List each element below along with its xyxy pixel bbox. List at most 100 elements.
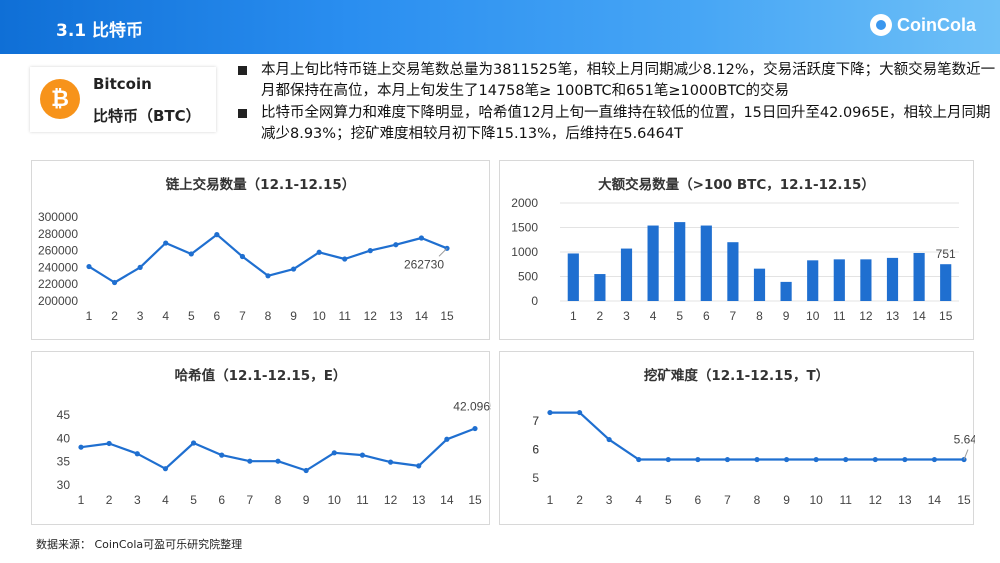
y-tick-label: 1000 [511, 245, 538, 259]
data-label-leader [438, 247, 448, 257]
data-point [576, 409, 583, 416]
bullet-text: 本月上旬比特币链上交易笔数总量为3811525笔，相较上月同期减少8.12%，交… [261, 62, 996, 99]
x-tick-label: 4 [635, 493, 642, 507]
data-point [190, 440, 197, 446]
bar [567, 253, 579, 301]
x-tick-label: 7 [247, 493, 254, 507]
data-point [606, 436, 612, 443]
data-label: 5.6464 [954, 433, 975, 447]
y-tick-label: 260000 [38, 244, 78, 258]
x-tick-label: 15 [957, 493, 971, 507]
x-tick-label: 5 [188, 309, 195, 323]
square-bullet-icon [238, 109, 247, 118]
data-point [219, 452, 225, 458]
x-tick-label: 2 [597, 309, 604, 323]
x-tick-label: 14 [440, 493, 454, 507]
data-point [418, 235, 425, 241]
header-banner: 3.1 比特币 CoinCola [0, 0, 1000, 54]
data-point [359, 452, 366, 458]
x-tick-label: 11 [356, 493, 369, 507]
x-tick-label: 13 [898, 493, 912, 507]
bullet-item: 比特币全网算力和难度下降明显，哈希值12月上旬一直维持在较低的位置，15日回升至… [236, 103, 996, 145]
x-tick-label: 3 [606, 493, 613, 507]
data-point [416, 463, 422, 469]
y-tick-label: 35 [57, 455, 71, 469]
x-tick-label: 1 [86, 309, 93, 323]
x-tick-label: 3 [623, 309, 630, 323]
x-tick-label: 9 [783, 309, 790, 323]
bitcoin-icon: ₿ [40, 79, 80, 119]
coin-name: Bitcoin [93, 75, 152, 93]
x-tick-label: 6 [214, 309, 221, 323]
data-point [137, 264, 143, 270]
page-title: 3.1 比特币 [56, 21, 144, 41]
bar [647, 225, 659, 301]
x-tick-label: 14 [928, 493, 942, 507]
y-tick-label: 30 [57, 478, 71, 492]
data-point [111, 279, 118, 286]
data-point [265, 273, 271, 279]
x-tick-label: 7 [730, 309, 737, 323]
x-tick-label: 12 [869, 493, 883, 507]
data-point [872, 456, 878, 463]
x-tick-label: 1 [78, 493, 85, 507]
x-tick-label: 13 [389, 309, 403, 323]
y-tick-label: 6 [532, 443, 539, 457]
data-point [547, 409, 553, 416]
large-transactions-bar-chart: 05001000150020001 2 3 4 5 6 7 8 9 10 11 12 13 14 15751 [511, 196, 959, 323]
x-tick-label: 6 [218, 493, 225, 507]
data-source-note: 数据来源： CoinCola可盈可乐研究院整理 [36, 538, 243, 551]
chart-panel-transactions: 链上交易数量（12.1-12.15） 200000 220000 240000 260… [31, 160, 490, 340]
bar [620, 248, 633, 301]
bar [780, 281, 792, 301]
x-tick-label: 6 [703, 309, 710, 323]
x-tick-label: 9 [783, 493, 790, 507]
x-tick-label: 10 [809, 493, 823, 507]
y-tick-label: 240000 [38, 260, 78, 274]
coin-name-cn: 比特币（BTC） [93, 107, 201, 125]
x-tick-label: 2 [576, 493, 583, 507]
x-tick-label: 15 [440, 309, 454, 323]
x-tick-label: 13 [412, 493, 426, 507]
y-tick-label: 200000 [38, 294, 78, 308]
bullet-text: 比特币全网算力和难度下降明显，哈希值12月上旬一直维持在较低的位置，15日回升至… [261, 105, 991, 142]
data-point [393, 242, 399, 248]
x-tick-label: 7 [239, 309, 246, 323]
x-tick-label: 11 [839, 493, 852, 507]
x-tick-label: 5 [676, 309, 683, 323]
x-tick-label: 8 [275, 493, 282, 507]
data-point [78, 444, 84, 450]
y-tick-label: 0 [531, 294, 538, 308]
data-point [843, 456, 849, 463]
x-tick-label: 2 [111, 309, 118, 323]
coincola-logo: CoinCola [870, 14, 976, 36]
y-tick-label: 7 [532, 414, 539, 428]
data-point [134, 451, 140, 457]
hashrate-line-chart: 3035404512345678910111213141542.0965 [57, 400, 491, 507]
data-point [931, 456, 938, 463]
data-point [275, 458, 281, 464]
x-tick-label: 1 [547, 493, 554, 507]
bar [886, 257, 899, 301]
data-point [342, 256, 348, 262]
x-tick-label: 8 [265, 309, 272, 323]
data-point [214, 232, 220, 238]
y-tick-label: 280000 [38, 227, 78, 241]
data-label: 42.0965 [453, 400, 491, 414]
x-tick-label: 14 [415, 309, 429, 323]
series-line [550, 411, 964, 461]
coincola-logo-icon [870, 14, 892, 36]
x-tick-label: 4 [162, 309, 169, 323]
x-tick-label: 11 [833, 309, 846, 323]
bullet-item: 本月上旬比特币链上交易笔数总量为3811525笔，相较上月同期减少8.12%，交… [236, 60, 996, 102]
x-tick-label: 5 [190, 493, 197, 507]
x-tick-label: 6 [695, 493, 702, 507]
data-point [239, 253, 246, 260]
y-tick-label: 2000 [511, 196, 538, 210]
data-point [106, 440, 112, 447]
x-tick-label: 4 [650, 309, 657, 323]
x-tick-label: 11 [338, 309, 351, 323]
x-tick-label: 10 [806, 309, 820, 323]
bar [833, 259, 845, 301]
summary-bullets: 本月上旬比特币链上交易笔数总量为3811525笔，相较上月同期减少8.12%，交… [236, 60, 996, 146]
